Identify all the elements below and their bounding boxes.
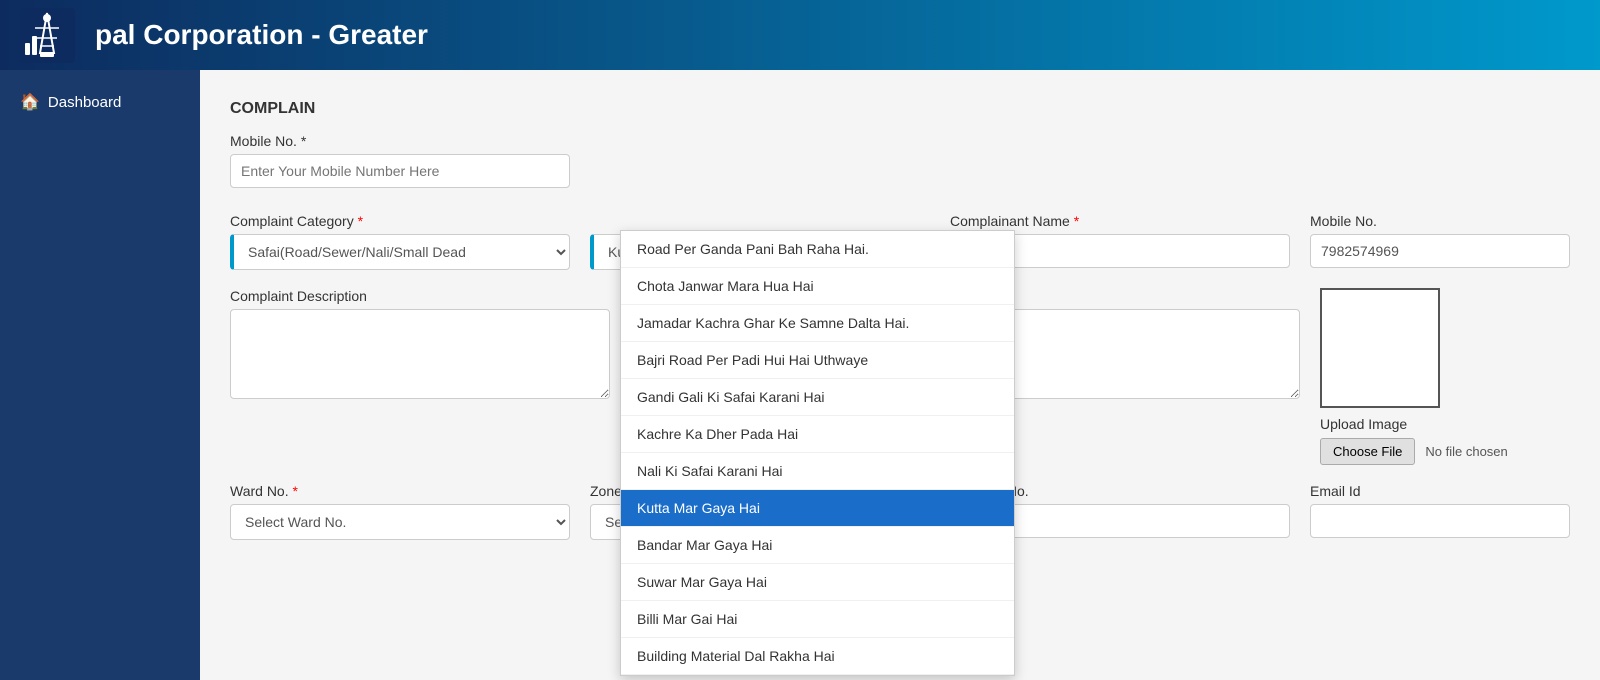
complainant-name-label: Complainant Name * xyxy=(950,213,1290,229)
main-content: COMPLAIN Mobile No. * Complaint Category… xyxy=(200,70,1600,578)
image-preview-box xyxy=(1320,288,1440,408)
ward-no-group: Ward No. * Select Ward No. xyxy=(230,483,570,540)
section-title: COMPLAIN xyxy=(230,100,1570,118)
dropdown-item[interactable]: Billi Mar Gai Hai xyxy=(621,601,1014,638)
complaint-desc-textarea[interactable] xyxy=(230,309,610,399)
dropdown-item[interactable]: Bajri Road Per Padi Hui Hai Uthwaye xyxy=(621,342,1014,379)
ward-no-label: Ward No. * xyxy=(230,483,570,499)
dropdown-item[interactable]: Kachre Ka Dher Pada Hai xyxy=(621,416,1014,453)
logo-icon xyxy=(20,8,75,63)
dropdown-item[interactable]: Chota Janwar Mara Hua Hai xyxy=(621,268,1014,305)
dropdown-item[interactable]: Bandar Mar Gaya Hai xyxy=(621,527,1014,564)
ward-no-select[interactable]: Select Ward No. xyxy=(230,504,570,540)
email-group: Email Id xyxy=(1310,483,1570,538)
mobile-top-input[interactable] xyxy=(230,154,570,188)
complaint-sub-label xyxy=(590,213,930,229)
dropdown-item[interactable]: Road Per Ganda Pani Bah Raha Hai. xyxy=(621,231,1014,268)
upload-image-label: Upload Image xyxy=(1320,416,1407,432)
complaint-category-group: Complaint Category * Safai(Road/Sewer/Na… xyxy=(230,213,570,270)
no-file-text: No file chosen xyxy=(1425,444,1507,459)
complaint-category-select[interactable]: Safai(Road/Sewer/Nali/Small Dead xyxy=(230,234,570,270)
email-input[interactable] xyxy=(1310,504,1570,538)
mobile-top-group: Mobile No. * xyxy=(230,133,570,188)
mobile-no-label: Mobile No. xyxy=(1310,213,1570,229)
sidebar-dashboard-label: Dashboard xyxy=(48,94,121,111)
dropdown-item[interactable]: Kutta Mar Gaya Hai xyxy=(621,490,1014,527)
dropdown-item[interactable]: Nali Ki Safai Karani Hai xyxy=(621,453,1014,490)
dropdown-item[interactable]: Suwar Mar Gaya Hai xyxy=(621,564,1014,601)
header-title: pal Corporation - Greater xyxy=(95,19,428,51)
sidebar: 🏠 Dashboard xyxy=(0,70,200,680)
sidebar-item-dashboard[interactable]: 🏠 Dashboard xyxy=(0,80,200,124)
dropdown-item[interactable]: Building Material Dal Rakha Hai xyxy=(621,638,1014,675)
dropdown-item[interactable]: Jamadar Kachra Ghar Ke Samne Dalta Hai. xyxy=(621,305,1014,342)
complaint-sub-dropdown: Road Per Ganda Pani Bah Raha Hai.Chota J… xyxy=(620,230,1015,676)
complaint-desc-label: Complaint Description xyxy=(230,288,610,304)
mobile-no-group: Mobile No. xyxy=(1310,213,1570,268)
upload-section: Upload Image Choose File No file chosen xyxy=(1320,288,1570,465)
complaint-desc-group: Complaint Description xyxy=(230,288,610,399)
choose-file-button[interactable]: Choose File xyxy=(1320,438,1415,465)
complaint-category-label: Complaint Category * xyxy=(230,213,570,229)
mobile-no-input[interactable] xyxy=(1310,234,1570,268)
dropdown-item[interactable]: Gandi Gali Ki Safai Karani Hai xyxy=(621,379,1014,416)
file-input-row: Choose File No file chosen xyxy=(1320,438,1508,465)
header: pal Corporation - Greater xyxy=(0,0,1600,70)
email-label: Email Id xyxy=(1310,483,1570,499)
home-icon: 🏠 xyxy=(20,92,40,112)
mobile-top-label: Mobile No. * xyxy=(230,133,570,149)
